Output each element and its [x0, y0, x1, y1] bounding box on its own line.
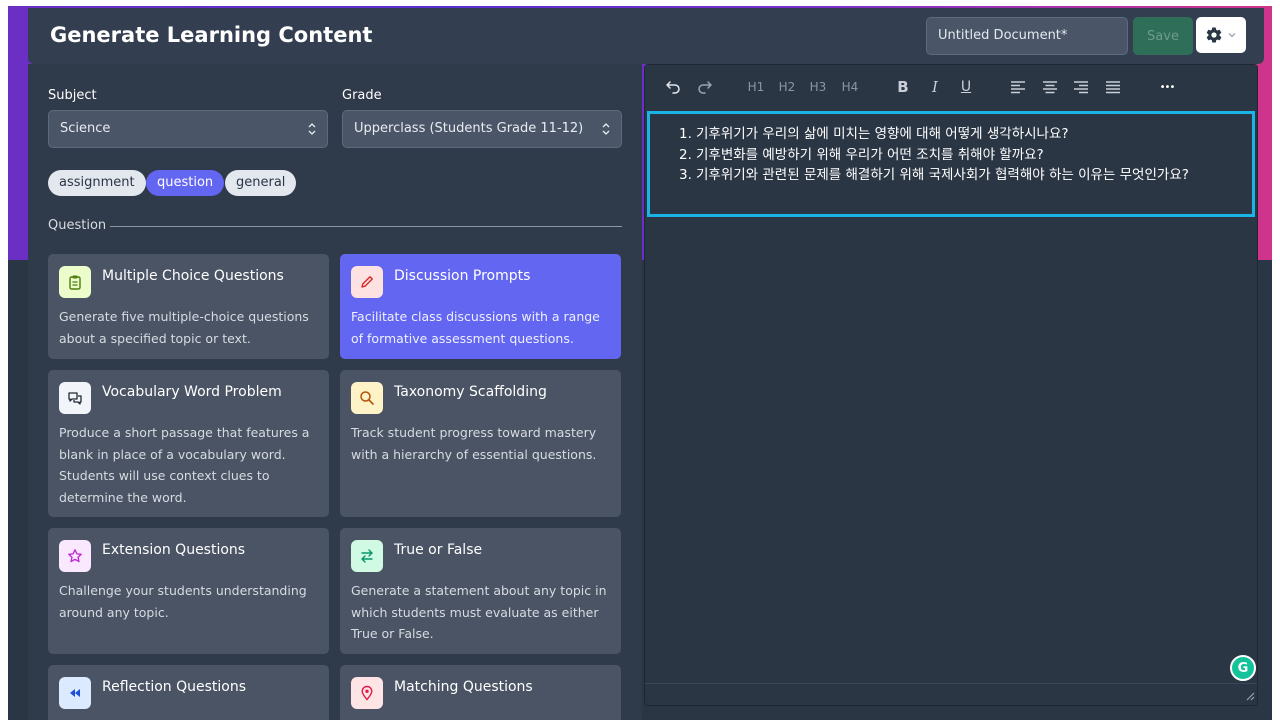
star-icon	[68, 549, 82, 563]
tag-assignment[interactable]: assignment	[48, 170, 146, 196]
align-left-button[interactable]	[1009, 77, 1027, 97]
card-title: True or False	[394, 542, 483, 558]
card-matching-questions[interactable]: Matching Questions	[340, 665, 621, 720]
heading-2-button[interactable]: H2	[776, 77, 798, 97]
header-bar: Generate Learning Content Untitled Docum…	[28, 8, 1264, 64]
card-multiple-choice-questions[interactable]: Multiple Choice Questions Generate five …	[48, 254, 329, 359]
undo-button[interactable]	[663, 77, 683, 97]
card-description: Generate five multiple-choice questions …	[59, 309, 309, 346]
grammarly-button[interactable]: G	[1230, 655, 1256, 681]
list-item-text: 기후위기가 우리의 삶에 미치는 영향에 대해 어떻게 생각하시나요?	[696, 126, 1069, 142]
generator-panel: Subject Science Grade Upperclass (Studen…	[28, 64, 642, 720]
card-description: Produce a short passage that features a …	[59, 425, 310, 505]
heading-1-button[interactable]: H1	[745, 77, 767, 97]
swap-arrows-icon	[361, 549, 373, 563]
list-item-number: 2.	[679, 146, 692, 163]
rewind-icon	[70, 689, 80, 697]
heading-3-button[interactable]: H3	[807, 77, 829, 97]
card-icon-box	[351, 382, 383, 414]
grade-select-value: Upperclass (Students Grade 11-12)	[354, 121, 584, 136]
select-arrows-icon	[602, 123, 610, 135]
card-icon-box	[351, 266, 383, 298]
editor-footer-divider	[645, 683, 1257, 684]
card-icon-box	[59, 540, 91, 572]
card-reflection-questions[interactable]: Reflection Questions	[48, 665, 329, 720]
magnifier-icon	[360, 391, 374, 405]
align-justify-icon	[1106, 81, 1120, 94]
list-item: 2. 기후변화를 예방하기 위해 우리가 어떤 조치를 취해야 할까요?	[650, 145, 1254, 166]
subject-select-value: Science	[60, 121, 111, 136]
card-title: Vocabulary Word Problem	[102, 384, 282, 400]
page-title: Generate Learning Content	[50, 23, 373, 47]
heading-4-button[interactable]: H4	[839, 77, 861, 97]
align-right-icon	[1074, 81, 1088, 94]
list-item-text: 기후위기와 관련된 문제를 해결하기 위해 국제사회가 협력해야 하는 이유는 …	[696, 167, 1189, 183]
list-item-number: 1.	[679, 126, 692, 142]
list-item-number: 3.	[679, 167, 692, 183]
card-description: Challenge your students understanding ar…	[59, 583, 307, 620]
redo-button[interactable]	[695, 77, 715, 97]
card-title: Discussion Prompts	[394, 268, 531, 284]
card-true-or-false[interactable]: True or False Generate a statement about…	[340, 528, 621, 654]
subject-select[interactable]: Science	[48, 110, 328, 148]
card-description: Facilitate class discussions with a rang…	[351, 309, 600, 346]
rich-text-editor: H1 H2 H3 H4 B I U ••• 1. 기후위기가 우리의 삶에 미치…	[644, 64, 1258, 706]
subject-label: Subject	[48, 88, 97, 103]
editor-toolbar: H1 H2 H3 H4 B I U •••	[645, 65, 1257, 109]
card-taxonomy-scaffolding[interactable]: Taxonomy Scaffolding Track student progr…	[340, 370, 621, 517]
settings-button[interactable]	[1196, 17, 1246, 53]
card-icon-box	[59, 677, 91, 709]
more-options-button[interactable]: •••	[1157, 77, 1177, 97]
question-list: 1. 기후위기가 우리의 삶에 미치는 영향에 대해 어떻게 생각하시나요? 2…	[650, 124, 1254, 186]
tag-general[interactable]: general	[225, 170, 297, 196]
card-title: Matching Questions	[394, 679, 533, 695]
save-button[interactable]: Save	[1133, 17, 1193, 55]
section-label: Question	[48, 218, 107, 233]
card-extension-questions[interactable]: Extension Questions Challenge your stude…	[48, 528, 329, 654]
gear-icon	[1206, 27, 1222, 43]
card-icon-box	[351, 540, 383, 572]
card-description: Generate a statement about any topic in …	[351, 583, 607, 641]
align-left-icon	[1011, 81, 1025, 94]
card-icon-box	[59, 382, 91, 414]
list-item: 3. 기후위기와 관련된 문제를 해결하기 위해 국제사회가 협력해야 하는 이…	[650, 165, 1254, 186]
align-center-icon	[1043, 81, 1057, 94]
italic-button[interactable]: I	[927, 77, 943, 97]
app-window: Generate Learning Content Untitled Docum…	[8, 6, 1272, 720]
tag-question[interactable]: question	[146, 170, 225, 196]
card-title: Extension Questions	[102, 542, 246, 558]
grade-label: Grade	[342, 88, 382, 103]
select-arrows-icon	[308, 123, 316, 135]
align-center-button[interactable]	[1041, 77, 1059, 97]
card-title: Taxonomy Scaffolding	[394, 384, 547, 400]
section-divider	[110, 226, 622, 227]
underline-button[interactable]: U	[958, 77, 974, 97]
editor-content-area[interactable]: 1. 기후위기가 우리의 삶에 미치는 영향에 대해 어떻게 생각하시나요? 2…	[647, 111, 1255, 217]
redo-icon	[698, 81, 712, 94]
align-justify-button[interactable]	[1104, 77, 1122, 97]
chevron-down-icon	[1228, 33, 1236, 38]
card-icon-box	[59, 266, 91, 298]
align-right-button[interactable]	[1072, 77, 1090, 97]
location-pin-icon	[361, 685, 373, 701]
card-title: Multiple Choice Questions	[102, 268, 284, 284]
card-description: Track student progress toward mastery wi…	[351, 425, 597, 462]
list-item-text: 기후변화를 예방하기 위해 우리가 어떤 조치를 취해야 할까요?	[696, 146, 1044, 163]
card-discussion-prompts[interactable]: Discussion Prompts Facilitate class disc…	[340, 254, 621, 359]
chat-icon	[68, 392, 82, 405]
clipboard-icon	[69, 275, 81, 290]
card-icon-box	[351, 677, 383, 709]
card-title: Reflection Questions	[102, 679, 247, 695]
resize-handle-icon[interactable]	[1245, 691, 1255, 701]
document-title-input[interactable]: Untitled Document*	[926, 17, 1128, 55]
list-item: 1. 기후위기가 우리의 삶에 미치는 영향에 대해 어떻게 생각하시나요?	[650, 124, 1254, 145]
card-vocabulary-word-problem[interactable]: Vocabulary Word Problem Produce a short …	[48, 370, 329, 517]
grade-select[interactable]: Upperclass (Students Grade 11-12)	[342, 110, 622, 148]
undo-icon	[666, 81, 680, 94]
bold-button[interactable]: B	[895, 77, 911, 97]
pencil-icon	[361, 276, 373, 288]
